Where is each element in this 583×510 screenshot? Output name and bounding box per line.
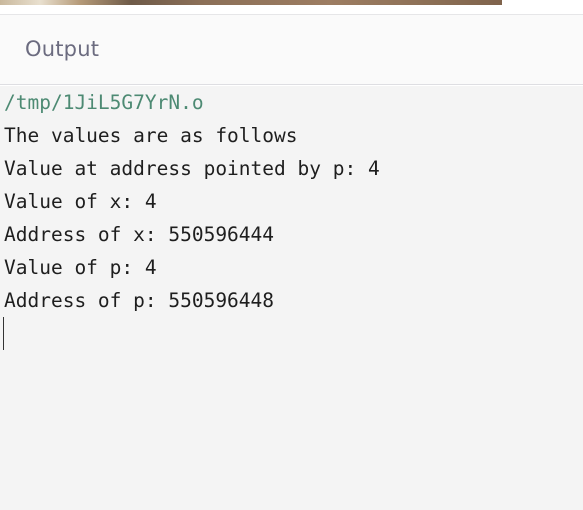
console-line: Address of x: 550596444: [4, 223, 275, 246]
console-output[interactable]: /tmp/1JiL5G7YrN.o The values are as foll…: [0, 86, 583, 510]
console-line: Address of p: 550596448: [4, 289, 275, 312]
console-line: Value of p: 4: [4, 256, 157, 279]
console-line: The values are as follows: [4, 124, 298, 147]
output-title: Output: [25, 37, 100, 61]
console-file-path: /tmp/1JiL5G7YrN.o: [4, 91, 204, 114]
output-panel-header: Output: [0, 15, 583, 85]
text-cursor: [3, 317, 4, 350]
console-line: Value of x: 4: [4, 190, 157, 213]
header-image-strip: [0, 0, 502, 5]
console-line: Value at address pointed by p: 4: [4, 157, 380, 180]
